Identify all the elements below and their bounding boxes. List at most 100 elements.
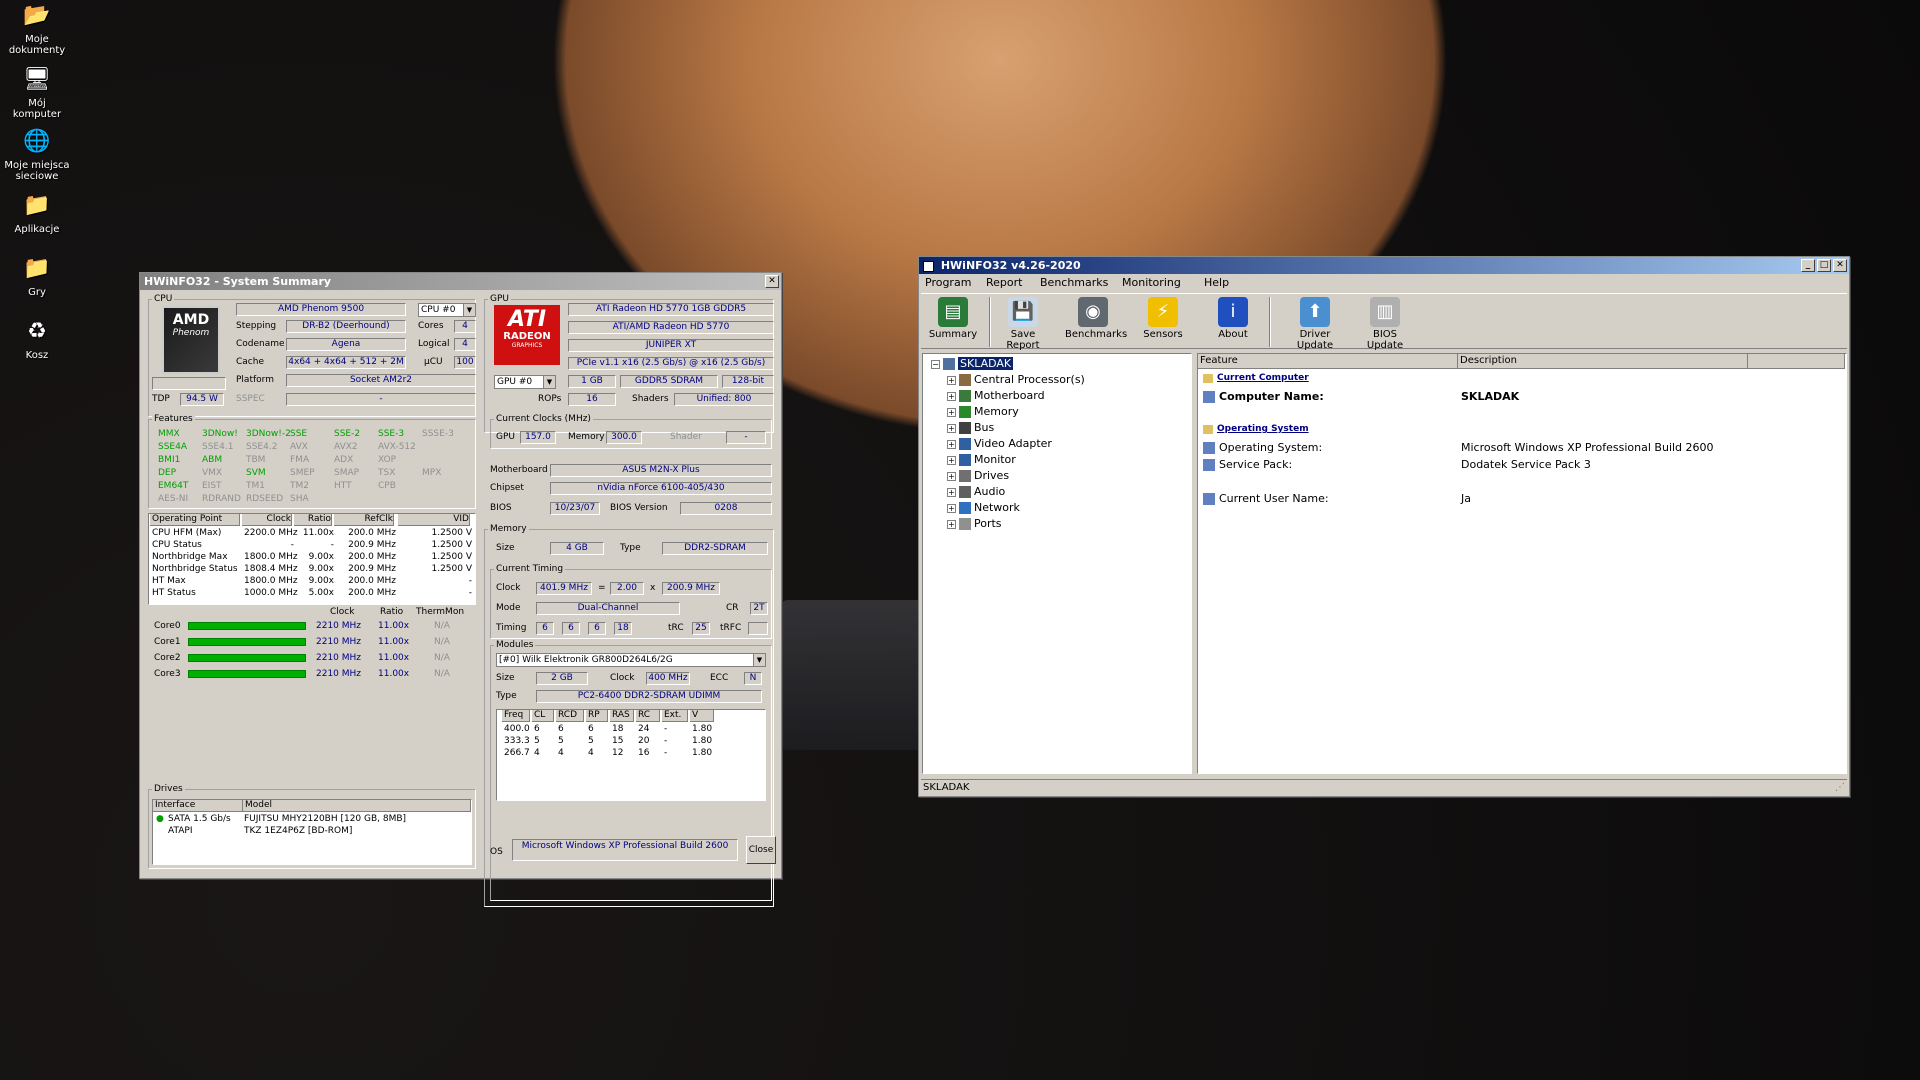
toolbar-button-label: Save Report (1006, 329, 1040, 351)
desktop-icon-label: Aplikacje (14, 224, 60, 235)
toolbar-button[interactable]: 💾 Save Report (995, 297, 1051, 351)
expand-icon[interactable]: + (947, 503, 956, 513)
tree-item-label: Monitor (974, 453, 1016, 466)
section-title: Operating System (1217, 424, 1309, 434)
spd-header: RC (636, 710, 660, 722)
menu-item[interactable]: Report (986, 276, 1022, 289)
tree-item-ports[interactable]: + Ports (947, 517, 1002, 530)
gpu-name: ATI Radeon HD 5770 1GB GDDR5 (568, 303, 774, 316)
op-table-cell: - (330, 540, 334, 550)
expand-icon[interactable]: + (947, 391, 956, 401)
chevron-down-icon[interactable]: ▼ (543, 376, 555, 388)
spd-cell: 1.80 (692, 724, 713, 734)
spd-cell: 16 (638, 748, 650, 758)
mem-cr-label: CR (726, 603, 739, 613)
expand-icon[interactable]: + (947, 407, 956, 417)
gpu-select[interactable]: GPU #0 ▼ (494, 375, 556, 389)
computer-icon (943, 358, 955, 370)
tree-root[interactable]: − SKLADAK (931, 357, 1014, 370)
core-load-bar (188, 670, 306, 678)
cpu-select[interactable]: CPU #0 ▼ (418, 303, 476, 317)
close-icon[interactable]: ✕ (1833, 259, 1847, 272)
feature-flag: AVX-512 (378, 442, 416, 452)
desktop-icon[interactable]: 📁 Aplikacje (4, 192, 70, 235)
mem-trfc-value (748, 622, 768, 635)
device-icon (959, 374, 971, 386)
desktop-icon[interactable]: 🌐 Moje miejsca sieciowe (4, 128, 70, 182)
device-icon (959, 390, 971, 402)
tree-item-monitor[interactable]: + Monitor (947, 453, 1016, 466)
tree-item-drives[interactable]: + Drives (947, 469, 1009, 482)
feature-label: Operating System: (1219, 441, 1323, 454)
op-table-header: Ratio (294, 514, 332, 526)
op-table-header: Operating Point (150, 514, 240, 526)
tree-item-bus[interactable]: + Bus (947, 421, 994, 434)
tree-item-motherboard[interactable]: + Motherboard (947, 389, 1045, 402)
desktop-icon-label: Kosz (25, 350, 49, 361)
expand-icon[interactable]: + (947, 487, 956, 497)
summary-titlebar[interactable]: HWiNFO32 - System Summary ✕ (140, 273, 781, 290)
os-value: Microsoft Windows XP Professional Build … (512, 839, 738, 861)
tree-item-audio[interactable]: + Audio (947, 485, 1005, 498)
amd-logo-text: AMD (172, 312, 210, 328)
expand-icon[interactable]: + (947, 519, 956, 529)
main-titlebar[interactable]: HWiNFO32 v4.26-2020 _ □ ✕ (919, 257, 1849, 274)
close-button[interactable]: Close (746, 836, 776, 864)
toolbar-button[interactable]: ⚡ Sensors (1135, 297, 1191, 340)
toolbar-button[interactable]: ◉ Benchmarks (1065, 297, 1127, 340)
toolbar-button[interactable]: ▥ BIOS Update (1357, 297, 1413, 351)
tree-item-network[interactable]: + Network (947, 501, 1020, 514)
gpu-clock-label: GPU (496, 432, 515, 442)
spd-header: CL (532, 710, 554, 722)
feature-flag: CPB (378, 481, 396, 491)
cpu-select-value: CPU #0 (421, 305, 456, 315)
desktop-icon-label: Mój komputer (12, 98, 62, 120)
op-table-cell: 200.0 MHz (348, 588, 396, 598)
chevron-down-icon[interactable]: ▼ (753, 654, 765, 666)
feature-grid[interactable] (1197, 353, 1847, 774)
resize-grip-icon[interactable]: ⋰ (1835, 782, 1845, 793)
minimize-icon[interactable]: _ (1801, 259, 1815, 272)
toolbar-button[interactable]: ▤ Summary (925, 297, 981, 340)
features-group-label: Features (152, 414, 195, 424)
expand-icon[interactable]: + (947, 471, 956, 481)
chevron-down-icon[interactable]: ▼ (463, 304, 475, 316)
menu-item[interactable]: Benchmarks (1040, 276, 1108, 289)
tree-item-video[interactable]: + Video Adapter (947, 437, 1052, 450)
cpu-name: AMD Phenom 9500 (236, 303, 406, 316)
collapse-icon[interactable]: − (931, 359, 940, 369)
close-icon[interactable]: ✕ (765, 275, 779, 288)
op-table-cell: - (290, 540, 294, 550)
expand-icon[interactable]: + (947, 375, 956, 385)
codename-value: Agena (286, 338, 406, 351)
op-table-cell: 9.00x (308, 576, 334, 586)
spd-cell: 400.0 (504, 724, 530, 734)
mem-type-label: Type (620, 543, 641, 553)
desktop-icon[interactable]: 📂 Moje dokumenty (4, 2, 70, 56)
spd-cell: 5 (558, 736, 564, 746)
module-select[interactable]: [#0] Wilk Elektronik GR800D264L6/2G ▼ (496, 653, 766, 667)
cpu-logo-blank (152, 377, 226, 390)
expand-icon[interactable]: + (947, 423, 956, 433)
maximize-icon[interactable]: □ (1817, 259, 1831, 272)
mem-x: x (650, 583, 656, 593)
device-icon (959, 470, 971, 482)
op-table-cell: 1000.0 MHz (244, 588, 298, 598)
menu-item[interactable]: Monitoring (1122, 276, 1181, 289)
desktop-icon[interactable]: 🖥 Mój komputer (4, 66, 70, 120)
menu-item[interactable]: Help (1204, 276, 1229, 289)
tree-item-cpu[interactable]: + Central Processor(s) (947, 373, 1085, 386)
expand-icon[interactable]: + (947, 455, 956, 465)
spd-cell: 5 (534, 736, 540, 746)
menu-item[interactable]: Program (925, 276, 971, 289)
tree-item-memory[interactable]: + Memory (947, 405, 1019, 418)
desktop-icon[interactable]: ♻ Kosz (4, 318, 70, 361)
spd-header: Freq (502, 710, 530, 722)
desktop-icon[interactable]: 📁 Gry (4, 255, 70, 298)
core-name: Core1 (154, 637, 181, 647)
toolbar-button[interactable]: i About (1205, 297, 1261, 340)
folder-icon: 📁 (23, 193, 51, 218)
spd-cell: 12 (612, 748, 624, 758)
expand-icon[interactable]: + (947, 439, 956, 449)
toolbar-button[interactable]: ⬆ Driver Update (1287, 297, 1343, 351)
